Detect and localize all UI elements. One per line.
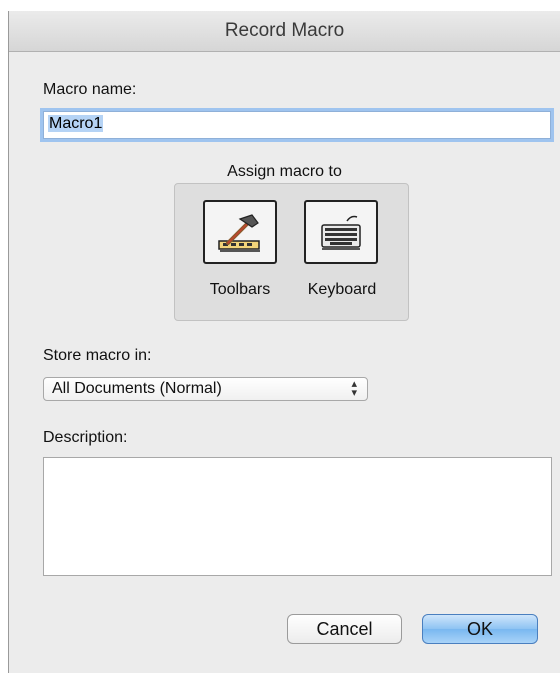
- ok-button[interactable]: OK: [422, 614, 538, 644]
- keyboard-icon: [321, 215, 361, 250]
- store-macro-select[interactable]: All Documents (Normal) ▴ ▾: [43, 377, 368, 401]
- macro-name-input[interactable]: Macro1: [43, 111, 551, 139]
- macro-name-label: Macro name:: [43, 81, 137, 98]
- description-textarea[interactable]: [43, 457, 552, 576]
- description-label: Description:: [43, 429, 128, 446]
- cancel-button[interactable]: Cancel: [287, 614, 402, 644]
- hammer-icon: [218, 214, 260, 252]
- toolbars-button[interactable]: [203, 200, 277, 264]
- select-arrows-icon: ▴ ▾: [351, 378, 357, 399]
- store-macro-value: All Documents (Normal): [52, 380, 222, 397]
- macro-name-value: Macro1: [48, 115, 104, 132]
- dialog-title: Record Macro: [9, 11, 560, 52]
- record-macro-dialog: Record Macro Macro name: Macro1 Assign m…: [8, 11, 560, 673]
- store-macro-label: Store macro in:: [43, 347, 152, 364]
- toolbars-label: Toolbars: [209, 281, 271, 298]
- keyboard-label: Keyboard: [307, 281, 377, 298]
- assign-macro-group: Toolbars Keyboard: [174, 183, 409, 321]
- keyboard-button[interactable]: [304, 200, 378, 264]
- assign-macro-heading: Assign macro to: [227, 163, 342, 180]
